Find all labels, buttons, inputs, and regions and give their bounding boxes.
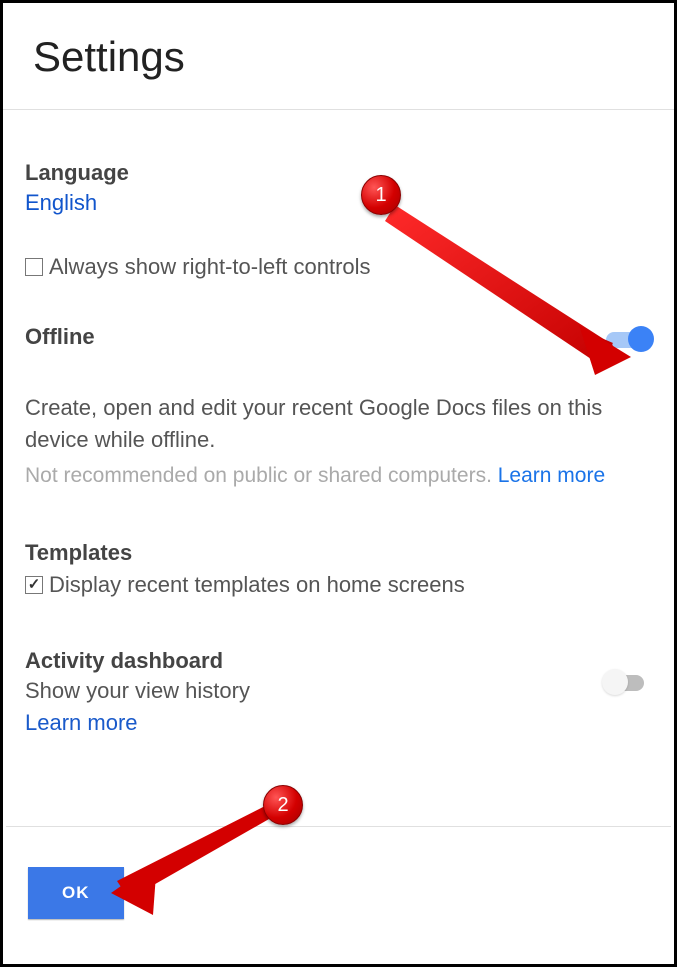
language-value-link[interactable]: English xyxy=(25,190,97,215)
offline-warning: Not recommended on public or shared comp… xyxy=(25,464,652,488)
activity-learn-more-link[interactable]: Learn more xyxy=(25,710,138,736)
footer-bar: OK xyxy=(6,826,671,961)
templates-checkbox-row[interactable]: Display recent templates on home screens xyxy=(25,572,652,598)
language-heading: Language xyxy=(25,160,652,186)
rtl-checkbox[interactable] xyxy=(25,258,43,276)
activity-description: Show your view history xyxy=(25,678,652,704)
templates-checkbox-label: Display recent templates on home screens xyxy=(49,572,465,598)
offline-heading: Offline xyxy=(25,324,95,350)
activity-toggle[interactable] xyxy=(604,672,650,692)
activity-heading: Activity dashboard xyxy=(25,648,652,674)
rtl-checkbox-label: Always show right-to-left controls xyxy=(49,254,371,280)
annotation-arrow-1 xyxy=(383,193,643,383)
annotation-arrow-2 xyxy=(111,803,311,923)
templates-heading: Templates xyxy=(25,540,652,566)
offline-learn-more-link[interactable]: Learn more xyxy=(498,464,605,487)
templates-checkbox[interactable] xyxy=(25,576,43,594)
ok-button[interactable]: OK xyxy=(28,867,124,919)
page-title: Settings xyxy=(33,33,644,81)
offline-description: Create, open and edit your recent Google… xyxy=(25,392,652,456)
